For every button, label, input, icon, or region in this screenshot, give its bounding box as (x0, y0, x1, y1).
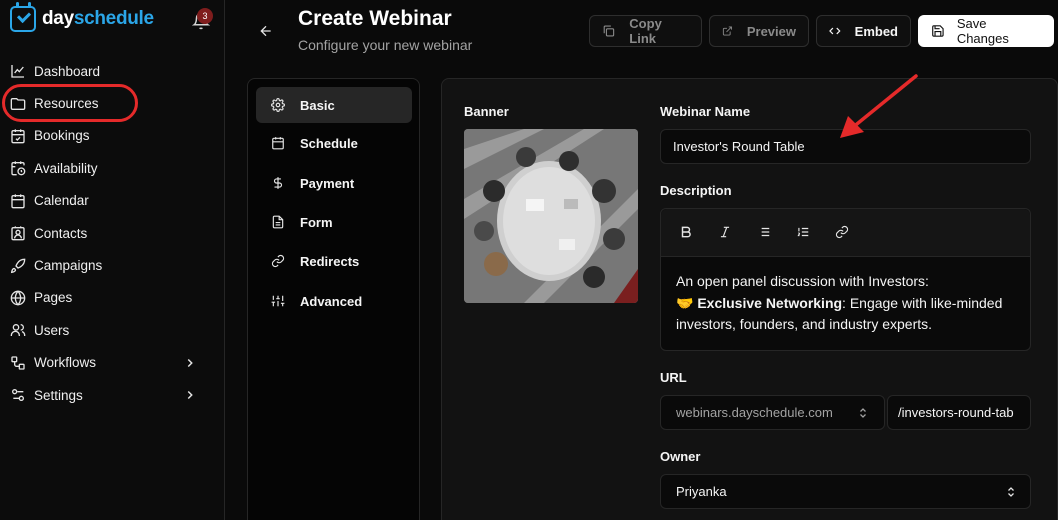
preview-button[interactable]: Preview (709, 15, 809, 47)
back-arrow-icon[interactable] (258, 23, 274, 39)
copy-icon (603, 25, 615, 37)
url-domain-select[interactable]: webinars.dayschedule.com (660, 395, 885, 430)
link-icon[interactable] (835, 225, 851, 241)
menu-item-form[interactable]: Form (256, 204, 412, 240)
webinar-name-label: Webinar Name (660, 104, 751, 119)
chevron-right-icon (187, 390, 193, 399)
description-bold: Exclusive Networking (697, 294, 843, 311)
menu-item-label: Advanced (300, 293, 363, 309)
sidebar-item-label: Pages (34, 290, 73, 306)
menu-item-schedule[interactable]: Schedule (256, 125, 412, 161)
editor-toolbar (661, 209, 1030, 257)
sidebar-item-availability[interactable]: Availability (0, 152, 225, 184)
red-arrow-annotation (840, 74, 918, 138)
embed-button[interactable]: Embed (816, 15, 911, 47)
handshake-icon: 🤝 (676, 294, 694, 311)
bullet-list-icon[interactable] (757, 225, 773, 241)
menu-item-label: Redirects (300, 253, 360, 269)
menu-item-redirects[interactable]: Redirects (256, 243, 412, 279)
menu-item-label: Payment (300, 175, 355, 191)
preview-label: Preview (746, 23, 796, 39)
description-editor[interactable]: An open panel discussion with Investors:… (660, 208, 1031, 351)
sidebar-item-label: Availability (34, 160, 98, 176)
sidebar-item-label: Dashboard (34, 63, 101, 79)
copy-link-label: Copy Link (629, 16, 662, 46)
numbered-list-icon[interactable] (796, 225, 812, 241)
link-icon (271, 254, 285, 268)
menu-item-label: Basic (300, 97, 335, 113)
menu-item-label: Schedule (300, 135, 358, 151)
menu-item-basic[interactable]: Basic (256, 87, 412, 123)
banner-label: Banner (464, 104, 509, 119)
sidebar-item-label: Calendar (34, 193, 89, 209)
menu-item-payment[interactable]: Payment (256, 165, 412, 201)
sidebar-item-label: Bookings (34, 128, 90, 144)
globe-icon (10, 290, 26, 306)
code-icon (829, 27, 841, 35)
description-line: An open panel discussion with Investors: (676, 273, 929, 289)
sidebar-item-label: Settings (34, 387, 83, 403)
page-subtitle: Configure your new webinar (298, 37, 473, 53)
embed-label: Embed (854, 23, 898, 39)
sidebar-item-users[interactable]: Users (0, 314, 225, 346)
page-title: Create Webinar (298, 7, 452, 30)
dollar-icon (273, 177, 283, 189)
chevron-up-down-icon (860, 408, 866, 418)
chevron-right-icon (187, 358, 193, 367)
calendar-icon (11, 194, 25, 209)
sidebar-item-label: Contacts (34, 225, 88, 241)
rocket-icon (10, 258, 26, 273)
resources-highlight-annotation (2, 84, 138, 122)
external-link-icon (722, 26, 732, 36)
copy-link-button[interactable]: Copy Link (589, 15, 702, 47)
file-icon (272, 215, 284, 229)
description-line: 🤝 Exclusive Networking: Engage with like… (676, 293, 1015, 336)
sidebar-item-settings[interactable]: Settings (0, 379, 225, 411)
save-changes-label: Save Changes (956, 16, 1009, 46)
save-icon (932, 25, 944, 37)
logo[interactable]: dayschedule (10, 2, 154, 32)
sidebar-item-label: Workflows (34, 355, 97, 371)
url-slug-input[interactable]: /investors-round-tab (887, 395, 1031, 430)
workflow-icon (11, 356, 25, 370)
sidebar-item-bookings[interactable]: Bookings (0, 120, 225, 152)
sidebar-item-campaigns[interactable]: Campaigns (0, 249, 225, 281)
banner-image[interactable] (464, 129, 638, 303)
notification-badge: 3 (197, 8, 213, 24)
menu-item-advanced[interactable]: Advanced (256, 283, 412, 319)
owner-label: Owner (660, 449, 701, 464)
italic-icon[interactable] (718, 225, 734, 241)
calendar-icon (272, 137, 284, 150)
chart-line-icon (11, 65, 24, 78)
sliders-icon (12, 389, 24, 402)
sidebar-item-dashboard[interactable]: Dashboard (0, 55, 225, 87)
logo-text: dayschedule (42, 8, 154, 29)
bold-icon[interactable] (679, 225, 695, 241)
calendar-check-icon (11, 129, 25, 144)
users-icon (10, 324, 26, 337)
save-changes-button[interactable]: Save Changes (918, 15, 1054, 47)
calendar-clock-icon (11, 161, 26, 176)
settings-menu: Basic Schedule Payment Form Redirects Ad… (247, 78, 420, 520)
sidebar-item-workflows[interactable]: Workflows (0, 347, 225, 379)
calendar-check-logo-icon (10, 2, 36, 32)
sidebar-item-contacts[interactable]: Contacts (0, 217, 225, 249)
menu-item-label: Form (300, 214, 333, 230)
sliders-icon (271, 295, 285, 307)
description-text[interactable]: An open panel discussion with Investors:… (661, 257, 1030, 350)
sidebar-item-pages[interactable]: Pages (0, 282, 225, 314)
owner-select[interactable]: Priyanka (660, 474, 1031, 509)
sidebar-item-label: Users (34, 322, 70, 338)
chevron-up-down-icon (1008, 487, 1014, 497)
description-label: Description (660, 183, 732, 198)
sidebar: dayschedule 3 Dashboard Resources Bookin… (0, 0, 225, 520)
sidebar-item-calendar[interactable]: Calendar (0, 185, 225, 217)
contact-icon (11, 226, 25, 241)
url-label: URL (660, 370, 687, 385)
meeting-photo (464, 129, 638, 303)
gear-icon (271, 98, 285, 112)
sidebar-item-label: Campaigns (34, 258, 103, 274)
